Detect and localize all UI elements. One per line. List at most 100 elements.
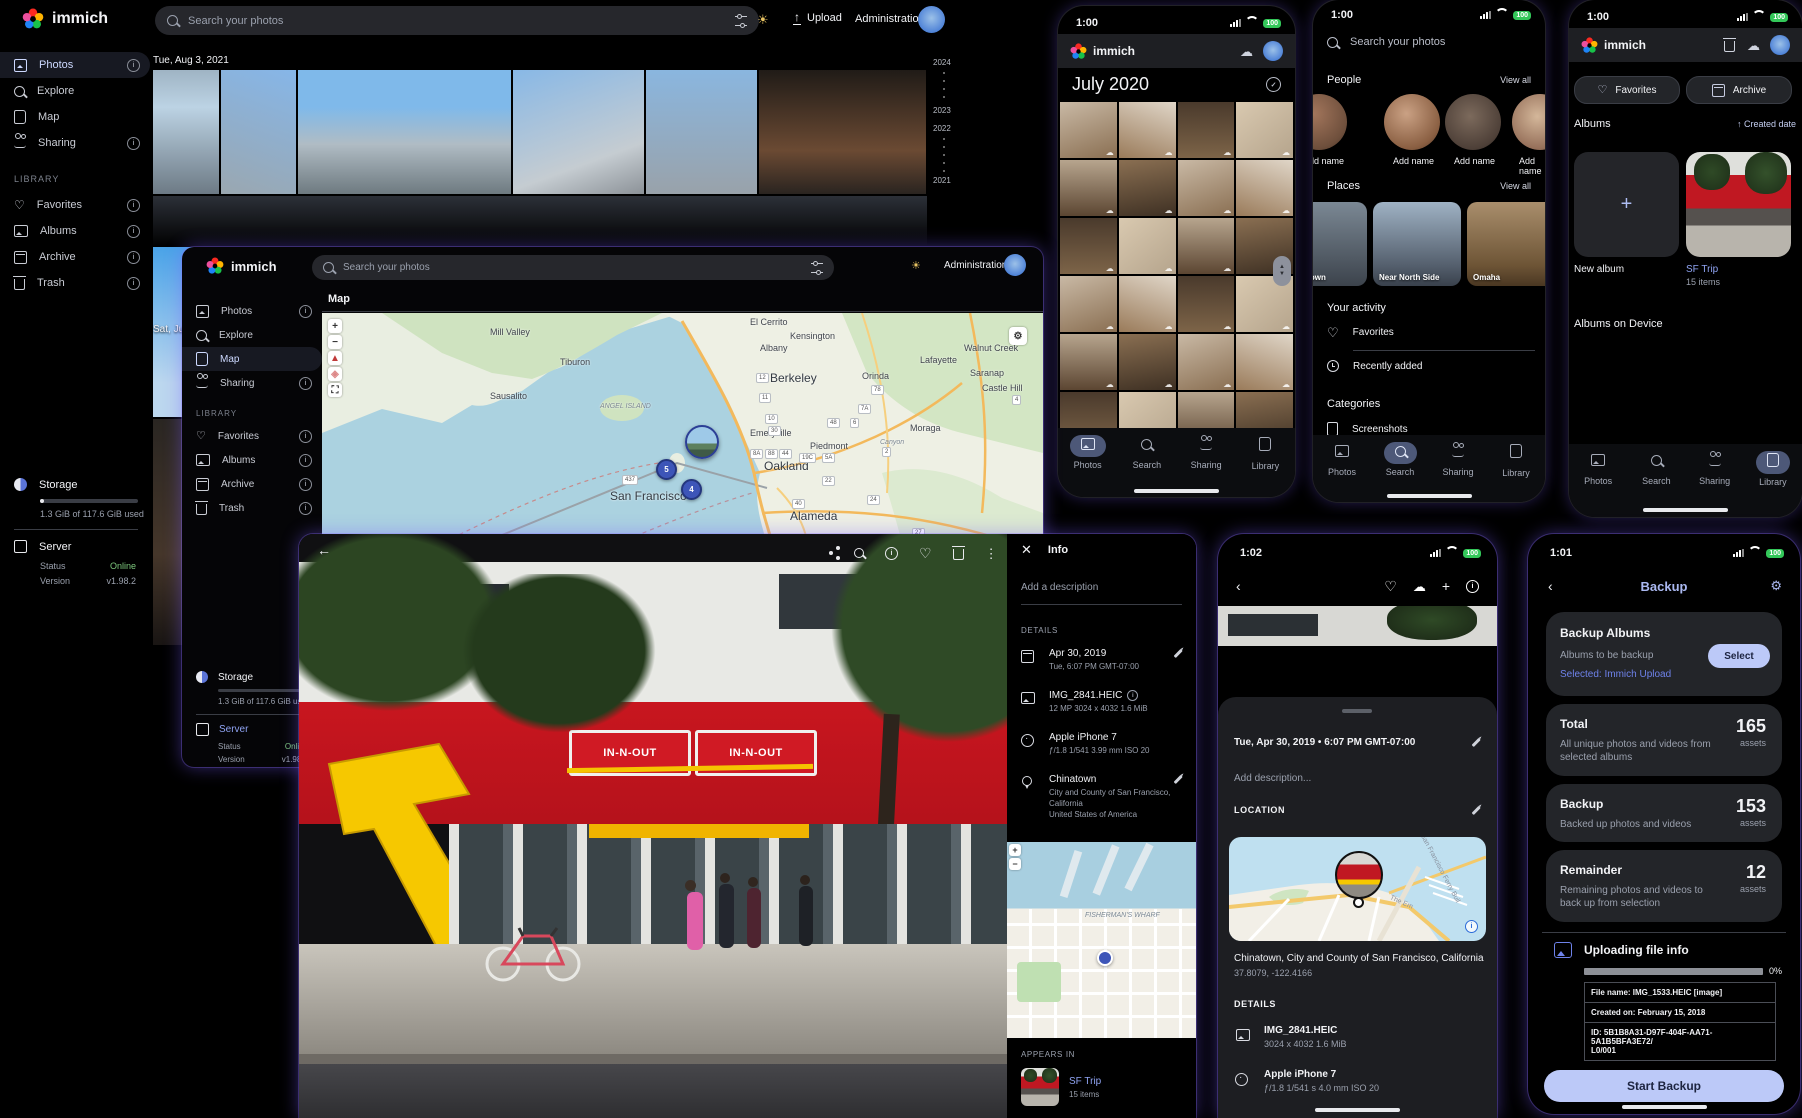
avatar[interactable] <box>1770 35 1790 55</box>
photo-thumbnail[interactable] <box>1060 160 1117 216</box>
add-name-label[interactable]: Add name <box>1519 156 1545 176</box>
map-compass-button[interactable]: ▲ <box>328 351 342 365</box>
avatar[interactable] <box>918 6 945 33</box>
photo-strip[interactable] <box>1218 606 1497 646</box>
map-photo-cluster-marker[interactable] <box>685 425 719 459</box>
photo-thumbnail[interactable] <box>1178 276 1235 332</box>
favorite-icon[interactable]: ♡ <box>919 546 932 560</box>
sidebar-item-archive[interactable]: Archive i <box>182 472 322 496</box>
map-zoom-out-button[interactable]: − <box>1009 858 1021 870</box>
upload-button[interactable]: ↑ Upload <box>793 11 842 25</box>
trash-icon[interactable] <box>1724 41 1735 52</box>
photo-thumbnail[interactable] <box>153 70 219 194</box>
place-card[interactable]: Near North Side <box>1373 202 1461 286</box>
select-all-icon[interactable]: ✓ <box>1266 77 1281 92</box>
theme-toggle-icon[interactable]: ☀ <box>757 12 769 28</box>
filter-icon[interactable] <box>735 16 747 26</box>
edit-location-icon[interactable] <box>1472 806 1481 815</box>
people-view-all[interactable]: View all <box>1500 75 1531 85</box>
new-album-card[interactable]: + <box>1574 152 1679 257</box>
avatar[interactable] <box>1004 254 1026 276</box>
appears-in-album-row[interactable]: SF Trip 15 items <box>1021 1068 1101 1106</box>
map-zoom-in-button[interactable]: + <box>328 319 342 333</box>
back-icon[interactable]: ‹ <box>1236 578 1241 594</box>
backup-cloud-icon[interactable]: ☁ <box>1240 45 1253 58</box>
sidebar-item-map[interactable]: Map <box>0 104 150 130</box>
drag-handle[interactable] <box>1342 709 1372 713</box>
sidebar-item-sharing[interactable]: Sharing i <box>182 371 322 395</box>
place-card[interactable]: Omaha <box>1467 202 1545 286</box>
location-mini-map[interactable]: FISHERMAN'S WHARF + − <box>1007 842 1196 1038</box>
nav-photos[interactable]: Photos <box>1062 435 1114 470</box>
photo-thumbnail[interactable] <box>1060 102 1117 158</box>
map-zoom-in-button[interactable]: + <box>1009 844 1021 856</box>
albums-sort-button[interactable]: ↑ Created date <box>1737 119 1796 129</box>
add-icon[interactable]: + <box>1442 578 1450 594</box>
photo-thumbnail[interactable] <box>1236 334 1293 390</box>
favorites-row[interactable]: ♡ Favorites <box>1327 326 1394 339</box>
sidebar-item-explore[interactable]: Explore <box>0 78 150 104</box>
photo-thumbnail[interactable] <box>1236 102 1293 158</box>
photo-thumbnail[interactable] <box>1178 334 1235 390</box>
filter-icon[interactable] <box>811 263 823 273</box>
info-icon[interactable]: i <box>1127 690 1138 701</box>
person-face[interactable] <box>1512 94 1545 150</box>
photo-thumbnail[interactable] <box>1119 102 1176 158</box>
photo-thumbnail[interactable] <box>1178 218 1235 274</box>
add-name-label[interactable]: Add name <box>1393 156 1434 166</box>
add-name-label[interactable]: Add name <box>1313 156 1344 166</box>
more-options-icon[interactable]: ⋮ <box>985 547 998 560</box>
edit-date-icon[interactable] <box>1472 738 1481 747</box>
recently-added-row[interactable]: Recently added <box>1327 360 1423 372</box>
places-view-all[interactable]: View all <box>1500 181 1531 191</box>
sidebar-item-sharing[interactable]: Sharing i <box>0 130 150 156</box>
timeline-scrubber[interactable]: 2024 2023 2022 2021 <box>933 58 959 258</box>
sidebar-item-favorites[interactable]: ♡ Favorites i <box>182 424 322 448</box>
person-face[interactable] <box>1384 94 1440 150</box>
map-fullscreen-button[interactable]: ⛶ <box>328 383 342 397</box>
nav-photos[interactable]: Photos <box>1572 451 1624 486</box>
select-button[interactable]: Select <box>1708 644 1770 668</box>
album-name[interactable]: SF Trip <box>1069 1076 1101 1087</box>
photo-thumbnail[interactable] <box>1119 334 1176 390</box>
search-input[interactable]: Search your photos <box>155 6 759 35</box>
zoom-icon[interactable] <box>854 548 864 558</box>
download-cloud-icon[interactable]: ☁ <box>1413 580 1426 593</box>
photo-thumbnail[interactable] <box>1178 160 1235 216</box>
album-card[interactable] <box>1686 152 1791 257</box>
start-backup-button[interactable]: Start Backup <box>1544 1070 1784 1102</box>
photo-thumbnail[interactable] <box>1119 276 1176 332</box>
nav-sharing[interactable]: Sharing <box>1180 435 1232 470</box>
map-cluster-marker[interactable]: 4 <box>681 479 702 500</box>
sidebar-item-photos[interactable]: Photos i <box>0 52 150 78</box>
sidebar-item-trash[interactable]: Trash i <box>182 496 322 520</box>
nav-library[interactable]: Library <box>1747 451 1799 487</box>
screenshots-row[interactable]: Screenshots <box>1327 422 1408 436</box>
trash-icon[interactable] <box>953 549 964 560</box>
photo-thumbnail[interactable] <box>1060 334 1117 390</box>
photo-thumbnail[interactable] <box>221 70 296 194</box>
sidebar-item-favorites[interactable]: ♡ Favorites i <box>0 192 150 218</box>
add-name-label[interactable]: Add name <box>1454 156 1495 166</box>
backup-cloud-icon[interactable]: ☁ <box>1747 39 1760 52</box>
add-description-field[interactable]: Add a description <box>1021 582 1098 593</box>
administration-link[interactable]: Administration <box>855 13 925 25</box>
photo-thumbnail[interactable] <box>1178 102 1235 158</box>
nav-sharing[interactable]: Sharing <box>1432 442 1484 477</box>
search-input[interactable]: Search your photos <box>312 255 834 280</box>
person-face[interactable] <box>1313 94 1347 150</box>
share-icon[interactable] <box>829 551 833 555</box>
map-layers-button[interactable]: ◈ <box>328 367 342 381</box>
back-icon[interactable]: ‹ <box>1548 578 1553 594</box>
photo-thumbnail[interactable] <box>1236 160 1293 216</box>
avatar[interactable] <box>1263 41 1283 61</box>
sidebar-item-photos[interactable]: Photos i <box>182 299 322 323</box>
administration-link[interactable]: Administration <box>944 260 1007 271</box>
map-attribution-icon[interactable]: i <box>1465 920 1478 933</box>
place-card[interactable]: Chinatown <box>1313 202 1367 286</box>
sidebar-item-archive[interactable]: Archive i <box>0 244 150 270</box>
search-input[interactable]: Search your photos <box>1327 36 1445 48</box>
nav-search[interactable]: Search <box>1374 442 1426 477</box>
photo-thumbnail[interactable] <box>1119 160 1176 216</box>
photo-thumbnail[interactable] <box>1060 276 1117 332</box>
